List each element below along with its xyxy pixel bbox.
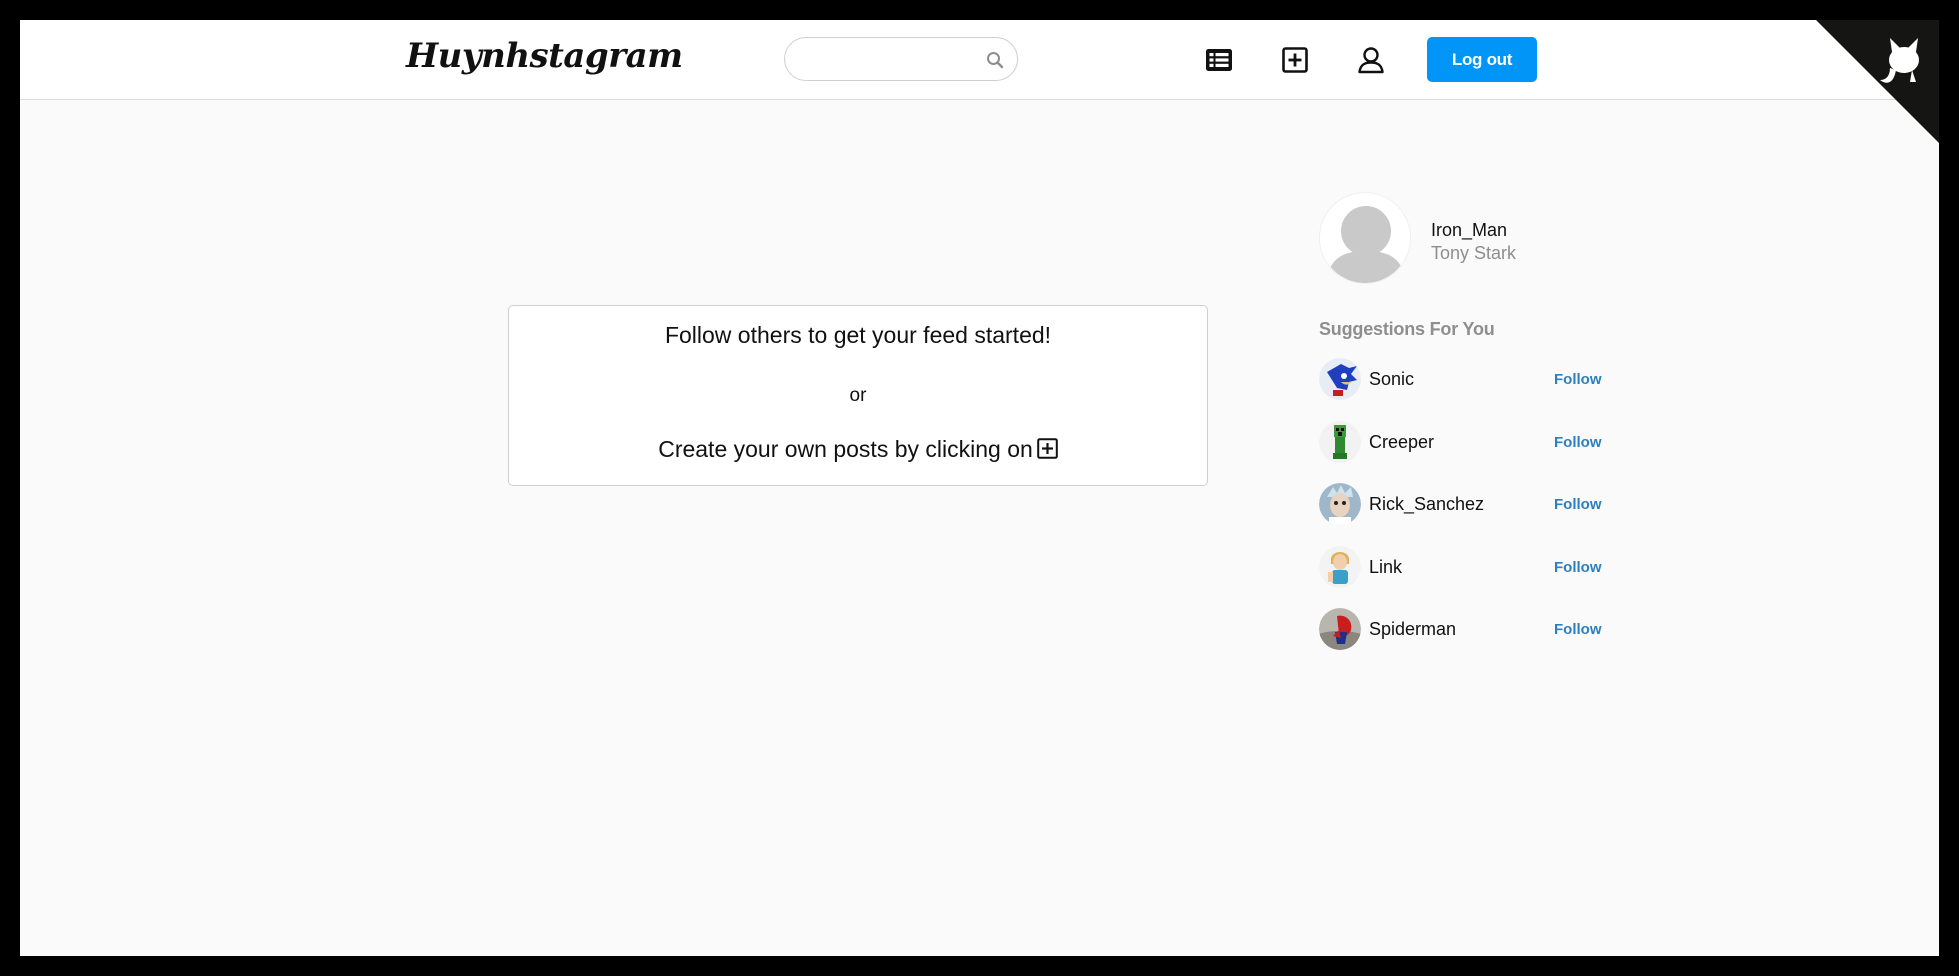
top-navbar: Huynhstagram Log out — [20, 20, 1939, 100]
suggestion-item: Creeper Follow — [1319, 418, 1619, 481]
search-input[interactable] — [803, 49, 973, 71]
empty-feed-message: Follow others to get your feed started! — [664, 322, 1052, 348]
search-icon[interactable] — [985, 50, 1005, 70]
follow-button[interactable]: Follow — [1554, 371, 1602, 388]
plus-square-icon[interactable] — [1036, 438, 1058, 459]
new-post-icon[interactable] — [1279, 44, 1311, 76]
follow-button[interactable]: Follow — [1554, 434, 1602, 451]
suggestion-item: Rick_Sanchez Follow — [1319, 480, 1619, 543]
suggestion-name[interactable]: Sonic — [1369, 369, 1414, 390]
app-logo[interactable]: Huynhstagram — [406, 36, 683, 76]
suggestions-heading: Suggestions For You — [1319, 319, 1495, 339]
profile-icon[interactable] — [1355, 44, 1387, 76]
follow-button[interactable]: Follow — [1554, 621, 1602, 638]
spiderman-avatar[interactable] — [1319, 608, 1361, 650]
suggestion-name[interactable]: Spiderman — [1369, 619, 1456, 640]
empty-feed-or: or — [849, 385, 867, 406]
link-avatar[interactable] — [1319, 545, 1361, 588]
feed-list-icon[interactable] — [1203, 44, 1235, 76]
follow-button[interactable]: Follow — [1554, 559, 1602, 576]
sonic-avatar[interactable] — [1319, 358, 1361, 400]
search-box[interactable] — [784, 37, 1018, 81]
suggestion-name[interactable]: Creeper — [1369, 432, 1434, 453]
suggestions-list: Sonic Follow Creeper Follow Rick_Sanchez… — [1319, 355, 1619, 668]
follow-button[interactable]: Follow — [1554, 496, 1602, 513]
profile-full-name: Tony Stark — [1431, 243, 1517, 263]
profile-avatar[interactable] — [1319, 192, 1411, 284]
creeper-avatar[interactable] — [1319, 420, 1361, 463]
suggestion-name[interactable]: Rick_Sanchez — [1369, 494, 1484, 515]
browser-viewport: Huynhstagram Log out Follow others to ge… — [20, 20, 1939, 956]
suggestion-item: Sonic Follow — [1319, 355, 1619, 418]
suggestion-item: Link Follow — [1319, 543, 1619, 606]
empty-feed-card: Follow others to get your feed started! … — [508, 305, 1208, 486]
github-corner-icon[interactable] — [1816, 20, 1939, 143]
create-post-hint-text: Create your own posts by clicking on — [658, 436, 1033, 462]
create-post-hint: Create your own posts by clicking on — [509, 436, 1207, 463]
logout-button[interactable]: Log out — [1427, 37, 1537, 82]
suggestion-item: Spiderman Follow — [1319, 605, 1619, 668]
rick-avatar[interactable] — [1319, 483, 1361, 525]
suggestion-name[interactable]: Link — [1369, 557, 1402, 578]
profile-username[interactable]: Iron_Man — [1431, 220, 1507, 241]
